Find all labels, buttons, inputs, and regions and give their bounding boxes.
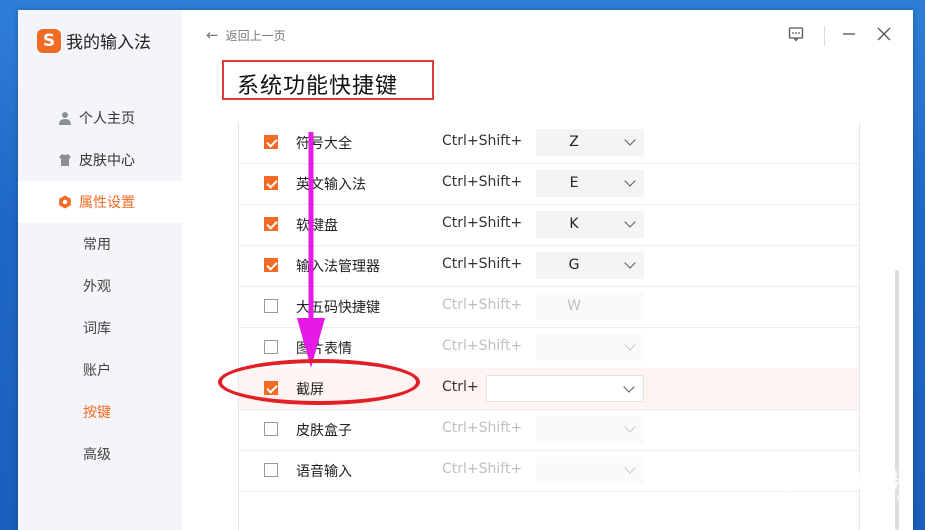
watermark-text: 路由器 luyouqi.com [835, 464, 907, 504]
router-logo-icon [783, 462, 827, 506]
watermark: 路由器 luyouqi.com [783, 462, 907, 506]
annotation-arrow [297, 132, 325, 368]
annotation-ellipse [218, 359, 420, 405]
watermark-sub: luyouqi.com [835, 493, 908, 504]
watermark-main: 路由器 [835, 468, 901, 492]
